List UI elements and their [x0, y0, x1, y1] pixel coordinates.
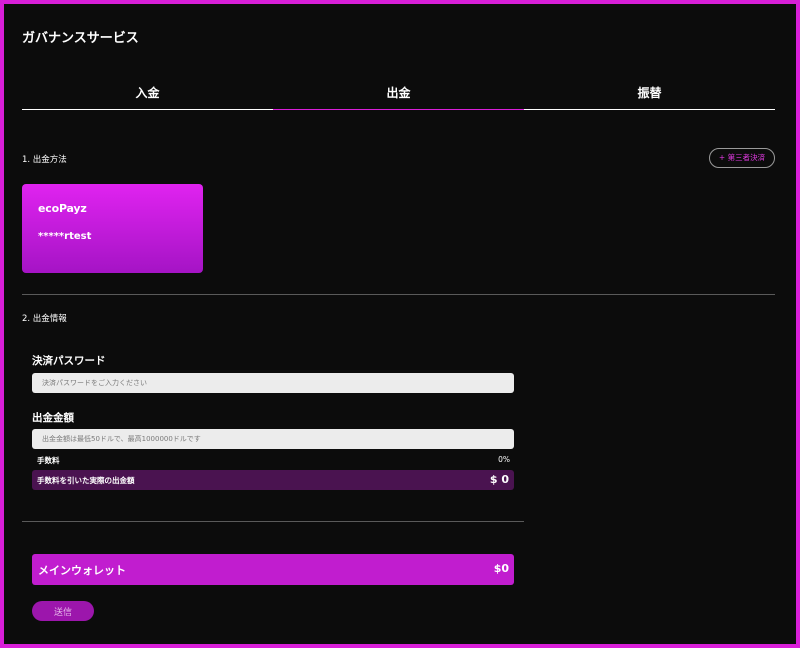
payment-password-input[interactable] [32, 373, 514, 393]
withdraw-amount-input[interactable] [32, 429, 514, 449]
main-wallet-label: メインウォレット [38, 564, 126, 577]
ecopayz-logo: ecoPayz [38, 202, 87, 215]
actual-amount-value: $ 0 [489, 473, 509, 486]
withdraw-amount-label: 出金金額 [32, 412, 74, 424]
page-title: ガバナンスサービス [22, 31, 139, 46]
payment-method-card[interactable]: ecoPayz *****rtest [22, 184, 203, 273]
section-divider [22, 294, 775, 295]
tab-deposit[interactable]: 入金 [22, 80, 273, 110]
payment-password-label: 決済パスワード [32, 355, 106, 367]
card-account-name: *****rtest [38, 231, 92, 242]
submit-button[interactable]: 送信 [32, 601, 94, 621]
withdraw-method-heading: 1. 出金方法 [22, 155, 67, 165]
tab-bar: 入金 出金 振替 [22, 80, 775, 110]
actual-amount-label: 手数料を引いた実際の出金額 [37, 476, 135, 485]
fee-label: 手数料 [37, 456, 60, 465]
tab-transfer[interactable]: 振替 [524, 80, 775, 110]
main-wallet-bar[interactable]: メインウォレット $0 [32, 554, 514, 585]
form-divider [22, 521, 524, 522]
tab-withdraw[interactable]: 出金 [273, 80, 524, 110]
fee-value: 0% [498, 455, 510, 464]
fee-row: 手数料 0% [32, 455, 510, 467]
withdraw-info-heading: 2. 出金情報 [22, 314, 67, 324]
third-party-payment-button[interactable]: + 第三者決済 [709, 148, 775, 168]
main-wallet-balance: $0 [493, 562, 509, 575]
actual-amount-row: 手数料を引いた実際の出金額 $ 0 [32, 470, 514, 490]
